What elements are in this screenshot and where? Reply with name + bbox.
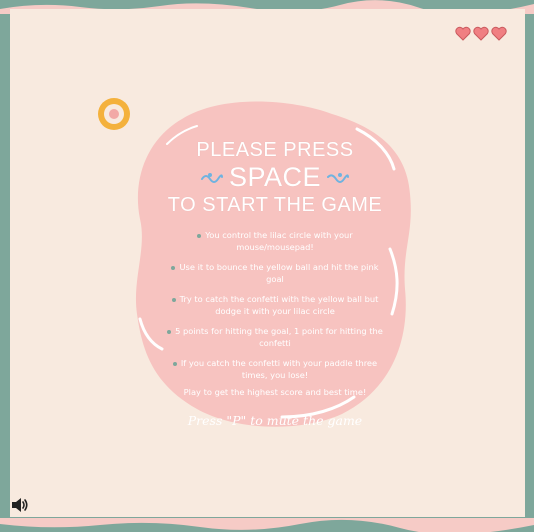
rule-item: 5 points for hitting the goal, 1 point f… — [148, 325, 402, 349]
bullet-dot-icon — [171, 265, 176, 270]
ball-core — [109, 109, 119, 119]
rule-text: 5 points for hitting the goal, 1 point f… — [175, 326, 383, 348]
space-key-label: SPACE — [228, 162, 322, 192]
bullet-dot-icon — [197, 233, 202, 238]
speaker-icon[interactable] — [11, 497, 29, 513]
mute-hint: Press "P" to mute the game — [187, 413, 363, 428]
start-heading-line2: SPACE — [148, 163, 402, 191]
bullet-dot-icon — [172, 361, 177, 366]
squiggle-left-icon — [200, 173, 223, 183]
game-board[interactable]: PLEASE PRESS SPACE TO START THE GAME You… — [10, 9, 525, 517]
rule-item: Use it to bounce the yellow ball and hit… — [148, 261, 402, 285]
heart-icon — [473, 26, 489, 41]
start-heading-line3: TO START THE GAME — [167, 194, 383, 216]
bottom-wave-border — [0, 518, 534, 532]
heart-icon — [491, 26, 507, 41]
start-heading-line1: PLEASE PRESS — [196, 139, 354, 161]
rule-text: Use it to bounce the yellow ball and hit… — [179, 262, 379, 284]
rule-item: If you catch the confetti with your padd… — [148, 357, 402, 381]
lives-indicator — [455, 26, 507, 41]
rule-item: You control the lilac circle with your m… — [148, 229, 402, 253]
rule-text: If you catch the confetti with your padd… — [180, 358, 378, 380]
bullet-dot-icon — [171, 297, 176, 302]
squiggle-right-icon — [327, 173, 350, 183]
bullet-dot-icon — [167, 329, 172, 334]
rules-list: You control the lilac circle with your m… — [148, 229, 402, 381]
rule-item: Try to catch the confetti with the yello… — [148, 293, 402, 317]
rule-text: Try to catch the confetti with the yello… — [179, 294, 379, 316]
rule-text: You control the lilac circle with your m… — [205, 230, 353, 252]
heart-icon — [455, 26, 471, 41]
closing-message: Play to get the highest score and best t… — [183, 387, 367, 397]
start-panel: PLEASE PRESS SPACE TO START THE GAME You… — [148, 135, 402, 428]
